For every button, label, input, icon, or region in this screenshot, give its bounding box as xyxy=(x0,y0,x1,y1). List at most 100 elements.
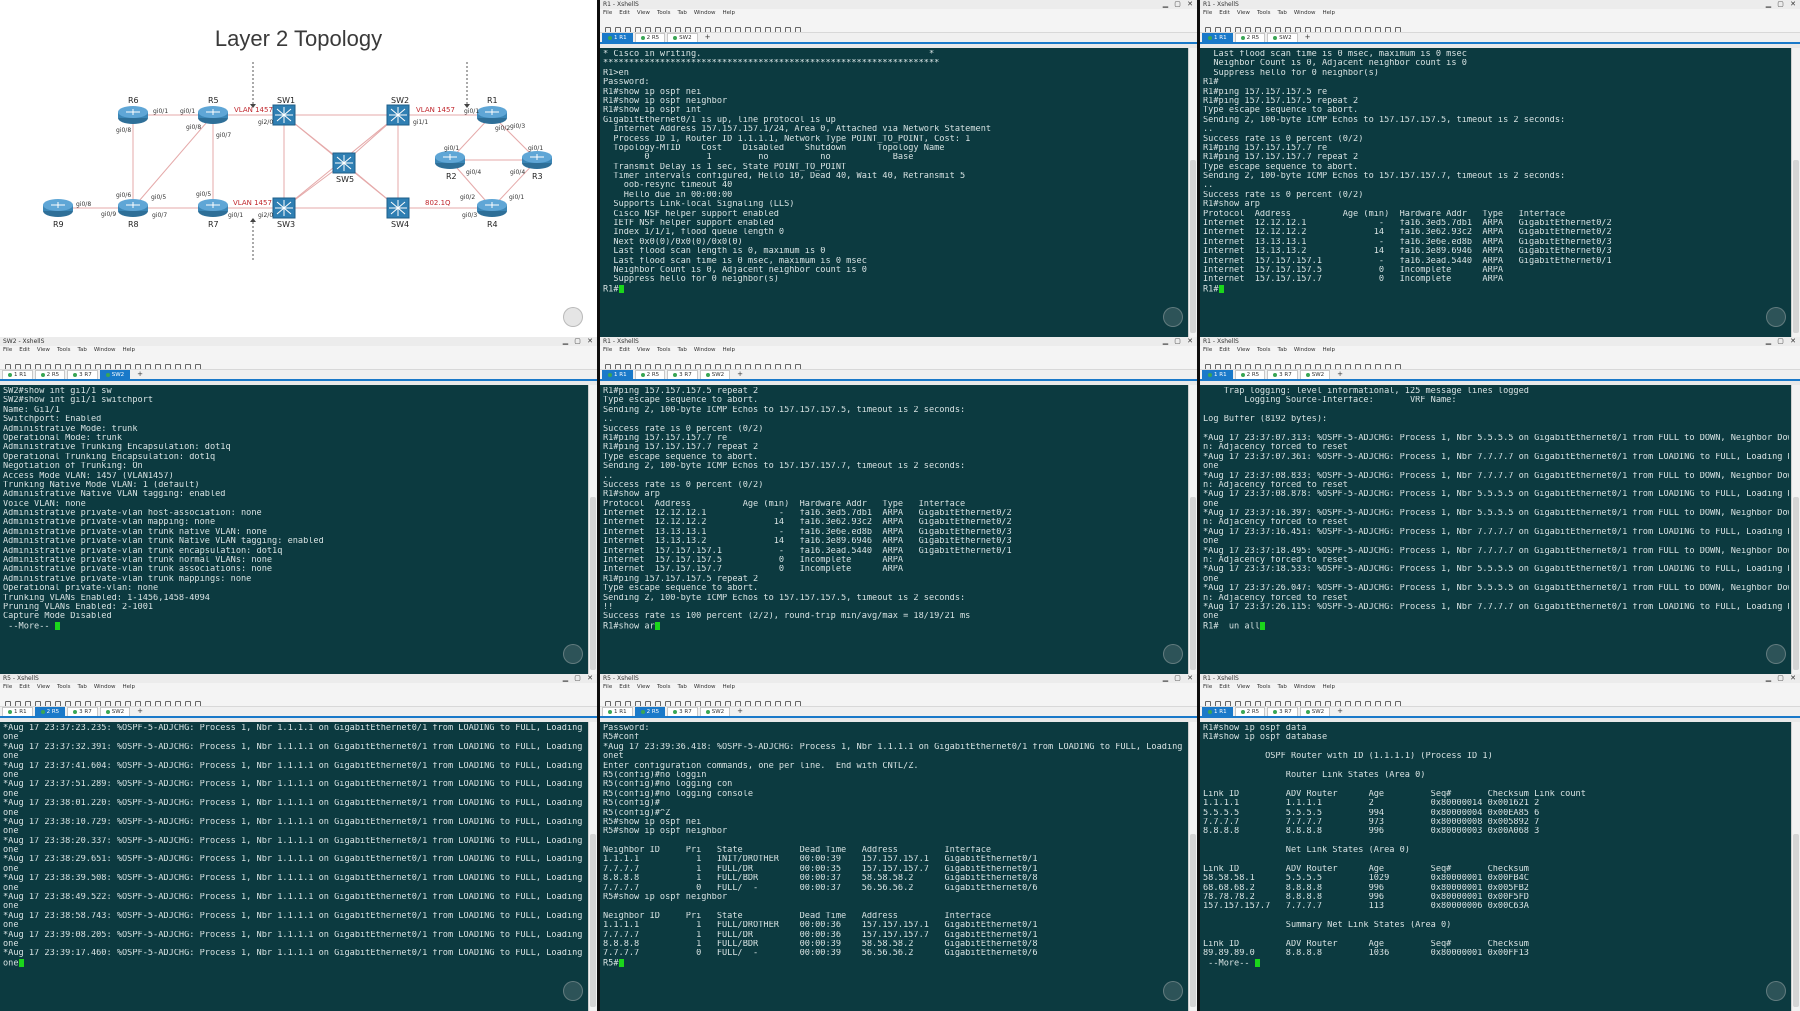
terminal-line: Internet 157.157.157.1 - fa16.3ead.5440 … xyxy=(1203,256,1612,266)
session-tab[interactable]: 3 R7 xyxy=(1267,707,1298,716)
window-controls[interactable]: ▁ ▢ ✕ xyxy=(1163,337,1195,346)
session-tab[interactable]: SW2 xyxy=(1267,33,1298,42)
fullscreen-toggle-button[interactable] xyxy=(1766,644,1786,664)
vertical-scrollbar[interactable] xyxy=(588,385,597,674)
session-tab[interactable]: SW2 xyxy=(99,707,131,716)
session-tab[interactable]: 2 R5 xyxy=(634,370,666,379)
fullscreen-toggle-button[interactable] xyxy=(563,644,583,664)
session-tab[interactable]: 1 R1 xyxy=(602,370,633,379)
vertical-scrollbar[interactable] xyxy=(1188,385,1197,674)
session-tab[interactable]: 1 R1 xyxy=(602,33,633,42)
add-tab-button[interactable]: + xyxy=(132,370,148,378)
terminal-output[interactable]: Trap logging: level informational, 125 m… xyxy=(1200,385,1792,674)
terminal-line: Administrative private-vlan mapping: non… xyxy=(3,518,216,528)
add-tab-button[interactable]: + xyxy=(1332,370,1348,378)
terminal-prompt[interactable]: one xyxy=(3,958,586,968)
session-tab[interactable]: 2 R5 xyxy=(1234,33,1266,42)
device-label-r6: R6 xyxy=(128,96,139,105)
menu-bar[interactable]: File Edit View Tools Tab Window Help xyxy=(1200,9,1800,18)
toolbar[interactable] xyxy=(1200,692,1800,707)
menu-bar[interactable]: File Edit View Tools Tab Window Help xyxy=(1200,346,1800,355)
toolbar[interactable] xyxy=(600,692,1197,707)
session-tab[interactable]: 1 R1 xyxy=(1202,33,1233,42)
menu-bar[interactable]: File Edit View Tools Tab Window Help xyxy=(600,683,1197,692)
window-controls[interactable]: ▁ ▢ ✕ xyxy=(563,337,595,346)
toolbar[interactable] xyxy=(1200,355,1800,370)
fullscreen-toggle-button[interactable] xyxy=(563,981,583,1001)
session-tab[interactable]: 1 R1 xyxy=(2,707,33,716)
session-tab[interactable]: 1 R1 xyxy=(1202,707,1233,716)
session-tab[interactable]: 2 R5 xyxy=(34,370,66,379)
toolbar[interactable] xyxy=(0,692,597,707)
session-tab[interactable]: 1 R1 xyxy=(602,707,633,716)
session-tab[interactable]: SW2 xyxy=(1299,370,1331,379)
session-tab[interactable]: 3 R7 xyxy=(667,370,698,379)
session-tab[interactable]: 2 R5 xyxy=(634,33,666,42)
toolbar[interactable] xyxy=(0,355,597,370)
terminal-output[interactable]: Last flood scan time is 0 msec, maximum … xyxy=(1200,48,1792,337)
window-controls[interactable]: ▁ ▢ ✕ xyxy=(1163,674,1195,683)
toolbar[interactable] xyxy=(1200,18,1800,33)
session-tab[interactable]: 1 R1 xyxy=(2,370,33,379)
session-tab[interactable]: 2 R5 xyxy=(1234,370,1266,379)
terminal-line: *Aug 17 23:37:32.391: %OSPF-5-ADJCHG: Pr… xyxy=(3,742,586,752)
add-tab-button[interactable]: + xyxy=(1332,707,1348,715)
vertical-scrollbar[interactable] xyxy=(1791,385,1800,674)
fullscreen-toggle-button[interactable] xyxy=(1163,307,1183,327)
fullscreen-toggle-button[interactable] xyxy=(563,307,583,327)
vertical-scrollbar[interactable] xyxy=(588,722,597,1011)
session-tab[interactable]: SW2 xyxy=(699,370,731,379)
terminal-prompt[interactable]: R5# xyxy=(603,958,1186,968)
terminal-prompt[interactable]: R1# xyxy=(1203,284,1789,294)
terminal-prompt[interactable]: R1# un all xyxy=(1203,621,1789,631)
fullscreen-toggle-button[interactable] xyxy=(1766,981,1786,1001)
fullscreen-toggle-button[interactable] xyxy=(1163,644,1183,664)
window-controls[interactable]: ▁ ▢ ✕ xyxy=(1766,0,1798,9)
terminal-output[interactable]: Password: R5#conf *Aug 17 23:39:36.418: %O… xyxy=(600,722,1189,1011)
menu-bar[interactable]: File Edit View Tools Tab Window Help xyxy=(600,346,1197,355)
fullscreen-toggle-button[interactable] xyxy=(1163,981,1183,1001)
menu-bar[interactable]: File Edit View Tools Tab Window Help xyxy=(0,683,597,692)
vertical-scrollbar[interactable] xyxy=(1188,722,1197,1011)
menu-bar[interactable]: File Edit View Tools Tab Window Help xyxy=(600,9,1197,18)
vertical-scrollbar[interactable] xyxy=(1791,722,1800,1011)
menu-bar[interactable]: File Edit View Tools Tab Window Help xyxy=(1200,683,1800,692)
window-controls[interactable]: ▁ ▢ ✕ xyxy=(1163,0,1195,9)
terminal-prompt[interactable]: --More-- xyxy=(3,621,586,631)
terminal-prompt[interactable]: R1# xyxy=(603,284,1186,294)
menu-bar[interactable]: File Edit View Tools Tab Window Help xyxy=(0,346,597,355)
session-tab[interactable]: 2 R5 xyxy=(1234,707,1266,716)
vertical-scrollbar[interactable] xyxy=(1188,48,1197,337)
session-tab[interactable]: 3 R7 xyxy=(67,370,98,379)
add-tab-button[interactable]: + xyxy=(132,707,148,715)
session-tab[interactable]: 3 R7 xyxy=(1267,370,1298,379)
vertical-scrollbar[interactable] xyxy=(1791,48,1800,337)
window-controls[interactable]: ▁ ▢ ✕ xyxy=(563,674,595,683)
add-tab-button[interactable]: + xyxy=(1300,33,1316,41)
session-tab[interactable]: SW2 xyxy=(99,370,131,379)
terminal-output[interactable]: SW2#show int gi1/1 sw SW2#show int gi1/1 … xyxy=(0,385,589,674)
session-tab[interactable]: 3 R7 xyxy=(67,707,98,716)
session-tab[interactable]: SW2 xyxy=(699,707,731,716)
toolbar[interactable] xyxy=(600,18,1197,33)
terminal-output[interactable]: R1#show ip ospf data R1#show ip ospf data… xyxy=(1200,722,1792,1011)
add-tab-button[interactable]: + xyxy=(732,370,748,378)
fullscreen-toggle-button[interactable] xyxy=(1766,307,1786,327)
terminal-prompt[interactable]: --More-- xyxy=(1203,958,1789,968)
terminal-output[interactable]: R1#ping 157.157.157.5 repeat 2 Type escap… xyxy=(600,385,1189,674)
session-tab[interactable]: 2 R5 xyxy=(34,707,66,716)
terminal-output[interactable]: *Aug 17 23:37:23.235: %OSPF-5-ADJCHG: Pr… xyxy=(0,722,589,1011)
add-tab-button[interactable]: + xyxy=(732,707,748,715)
session-tab[interactable]: 1 R1 xyxy=(1202,370,1233,379)
add-tab-button[interactable]: + xyxy=(700,33,716,41)
window-controls[interactable]: ▁ ▢ ✕ xyxy=(1766,337,1798,346)
session-tab[interactable]: 3 R7 xyxy=(667,707,698,716)
terminal-prompt[interactable]: R1#show ar xyxy=(603,621,1186,631)
session-tab[interactable]: 2 R5 xyxy=(634,707,666,716)
window-controls[interactable]: ▁ ▢ ✕ xyxy=(1766,674,1798,683)
toolbar[interactable] xyxy=(600,355,1197,370)
terminal-output[interactable]: * Cisco in writing. * *******************… xyxy=(600,48,1189,337)
session-tab[interactable]: SW2 xyxy=(667,33,698,42)
session-tab[interactable]: SW2 xyxy=(1299,707,1331,716)
terminal-line: R1#show ip ospf int xyxy=(603,106,702,116)
